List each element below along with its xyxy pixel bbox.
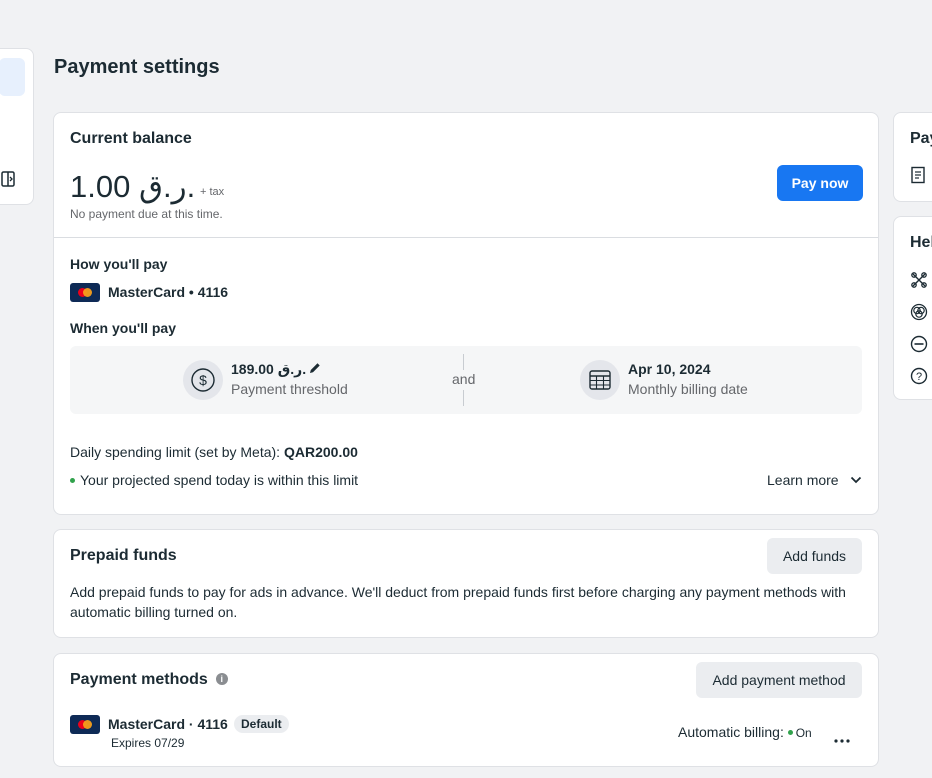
right-card-help-title: Hel	[910, 234, 932, 251]
separator-bottom	[463, 390, 464, 406]
projected-spend-text: Your projected spend today is within thi…	[80, 472, 359, 488]
balance-amount: 1.00 ر.ق.	[70, 169, 196, 204]
right-card-payment: Pay	[893, 112, 932, 202]
dollar-icon: $	[183, 360, 223, 400]
payment-methods-title: Payment methods	[70, 671, 208, 688]
tools-icon[interactable]	[910, 271, 928, 294]
overlap-circles-icon[interactable]	[910, 303, 928, 326]
threshold-label: Payment threshold	[231, 381, 348, 397]
panel-toggle-icon[interactable]	[1, 171, 15, 192]
receipt-icon[interactable]	[910, 166, 926, 189]
calendar-icon	[580, 360, 620, 400]
prepaid-description: Add prepaid funds to pay for ads in adva…	[70, 584, 846, 620]
payment-card-name: MasterCard • 4116	[108, 284, 229, 300]
add-payment-method-button[interactable]: Add payment method	[696, 662, 862, 698]
right-card-payment-title: Pay	[910, 130, 932, 147]
svg-text:?: ?	[916, 371, 922, 383]
right-card-help: Hel ?	[893, 216, 932, 400]
pencil-icon[interactable]	[308, 361, 322, 380]
add-funds-button[interactable]: Add funds	[767, 538, 862, 574]
left-nav-selected-item[interactable]	[0, 58, 25, 96]
daily-spending-limit-label: Daily spending limit (set by Meta):	[70, 444, 284, 460]
daily-spending-limit: Daily spending limit (set by Meta): QAR2…	[70, 444, 358, 460]
and-label: and	[452, 371, 476, 387]
learn-more-label: Learn more	[767, 472, 839, 488]
payment-schedule-box: $ 189.00 ر.ق. Payment threshold and Apr …	[70, 346, 862, 414]
automatic-billing-label: Automatic billing:	[678, 724, 784, 740]
automatic-billing-status: Automatic billing: On	[678, 724, 812, 740]
status-dot-icon	[787, 729, 793, 735]
balance-title: Current balance	[70, 130, 192, 147]
page-title: Payment settings	[54, 56, 220, 78]
mastercard-icon	[70, 283, 100, 302]
divider	[54, 237, 878, 238]
status-dot-icon	[70, 477, 75, 483]
more-options-icon[interactable]	[834, 730, 850, 748]
left-nav	[0, 48, 34, 205]
separator-top	[463, 354, 464, 370]
payment-methods-heading: Payment methods i	[70, 671, 228, 689]
default-badge: Default	[234, 715, 289, 733]
how-you-pay-title: How you'll pay	[70, 256, 168, 272]
prepaid-title: Prepaid funds	[70, 547, 177, 564]
projected-spend-status: Your projected spend today is within thi…	[70, 472, 358, 488]
automatic-billing-value: On	[795, 726, 812, 740]
method-card-name: MasterCard · 4116	[108, 716, 228, 732]
card-expiry: Expires 07/29	[111, 736, 185, 750]
help-icon[interactable]: ?	[910, 367, 928, 390]
info-icon[interactable]: i	[215, 672, 228, 685]
chevron-down-icon	[850, 471, 862, 487]
svg-text:$: $	[199, 372, 207, 388]
billing-date: Apr 10, 2024	[628, 361, 711, 377]
balance-card: Current balance 1.00 ر.ق. + tax No payme…	[53, 112, 879, 515]
threshold-value: 189.00 ر.ق.	[231, 361, 307, 377]
prepaid-funds-card: Prepaid funds Add funds Add prepaid fund…	[53, 529, 879, 638]
when-you-pay-title: When you'll pay	[70, 320, 177, 336]
learn-more-link[interactable]: Learn more	[767, 472, 862, 489]
tax-note: + tax	[200, 186, 225, 198]
daily-spending-limit-value: QAR200.00	[283, 444, 358, 460]
billing-date-label: Monthly billing date	[628, 381, 748, 397]
payment-methods-card: Payment methods i Add payment method Mast…	[53, 653, 879, 767]
minus-circle-icon[interactable]	[910, 335, 928, 358]
mastercard-icon	[70, 715, 100, 734]
pay-now-button[interactable]: Pay now	[777, 165, 863, 201]
payment-due-status: No payment due at this time.	[70, 207, 223, 221]
